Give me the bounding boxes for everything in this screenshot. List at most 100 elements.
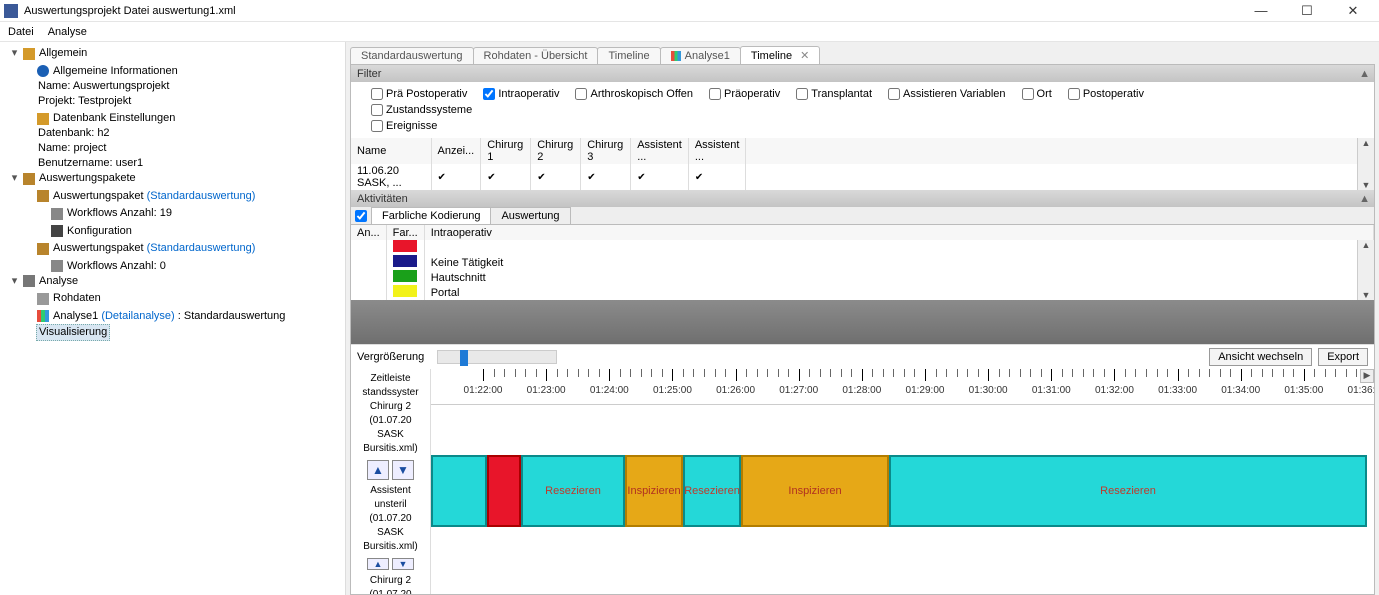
tree-db-user: Benutzername: user1 [38,156,143,171]
col-name[interactable]: Name [351,138,431,164]
cb-pra-post[interactable]: Prä Postoperativ [371,88,467,100]
tree-db-name: Datenbank: h2 [38,126,110,141]
activities-tabs: Farbliche Kodierung Auswertung [351,207,1374,225]
zoom-label: Vergrößerung [357,351,431,363]
timeline-segment[interactable]: Inspizieren [741,455,889,527]
tree-analyse1[interactable]: Analyse1 (Detailanalyse) : Standardauswe… [53,309,285,324]
activities-header[interactable]: Aktivitäten▲ [351,190,1374,207]
timeline-area: Zeitleiste standssyster Chirurg 2 (01.07… [351,369,1374,594]
cb-ereig[interactable]: Ereignisse [371,120,437,132]
info-icon [37,65,49,77]
col-ch3[interactable]: Chirurg 3 [581,138,631,164]
tab-auswertung[interactable]: Auswertung [490,207,570,224]
row-down-button[interactable]: ▼ [392,558,414,570]
package-icon [23,173,35,185]
filter-header[interactable]: Filter▲ [351,65,1374,82]
tree-paket2[interactable]: Auswertungspaket (Standardauswertung) [53,241,255,256]
tab-color[interactable]: Farbliche Kodierung [371,207,491,224]
activity-row[interactable]: Portal [351,285,1374,300]
col-anzei[interactable]: Anzei... [431,138,481,164]
cb-color-coding[interactable] [355,210,367,222]
activity-row[interactable]: Keine Tätigkeit [351,255,1374,270]
scroll-right-button[interactable]: ▶ [1360,369,1374,383]
export-button[interactable]: Export [1318,348,1368,366]
tree-rohdaten[interactable]: Rohdaten [53,291,101,306]
tree-wf19: Workflows Anzahl: 19 [67,206,172,221]
tab-rohdaten[interactable]: Rohdaten - Übersicht [473,47,599,64]
tree-visualisierung[interactable]: Visualisierung [36,324,110,341]
cb-intra[interactable]: Intraoperativ [483,88,559,100]
sidebar-tree[interactable]: ▾Allgemein Allgemeine Informationen Name… [0,42,346,595]
row-up-button[interactable]: ▲ [367,558,389,570]
switch-view-button[interactable]: Ansicht wechseln [1209,348,1312,366]
scrollbar[interactable]: ▲▼ [1357,138,1374,190]
menu-datei[interactable]: Datei [8,26,34,38]
close-icon[interactable]: ✕ [800,49,809,62]
db-icon [37,113,49,125]
activity-row[interactable] [351,240,1374,255]
timeline-segment[interactable]: Resezieren [683,455,741,527]
minimize-button[interactable]: — [1247,3,1275,19]
tree-wf0: Workflows Anzahl: 0 [67,259,166,274]
filter-row[interactable]: 11.06.20 SASK, ... [351,164,1374,190]
package-icon [37,190,49,202]
tree-pakete[interactable]: Auswertungspakete [39,171,136,186]
menu-analyse[interactable]: Analyse [48,26,87,38]
cb-pra[interactable]: Präoperativ [709,88,780,100]
menubar: Datei Analyse [0,22,1379,42]
cb-ort[interactable]: Ort [1022,88,1052,100]
scrollbar[interactable]: ▲▼ [1357,240,1374,300]
tree-konfig[interactable]: Konfiguration [67,224,132,239]
chart-icon [37,310,49,322]
workflow-icon [51,208,63,220]
titlebar: Auswertungsprojekt Datei auswertung1.xml… [0,0,1379,22]
tab-analyse1[interactable]: Analyse1 [660,47,741,64]
editor-tabs: Standardauswertung Rohdaten - Übersicht … [346,42,1379,64]
config-icon [51,225,63,237]
tree-db[interactable]: Datenbank Einstellungen [53,111,175,126]
collapse-icon[interactable]: ▲ [1359,68,1370,80]
collapse-icon[interactable]: ▲ [1359,193,1370,205]
filter-table: Name Anzei... Chirurg 1 Chirurg 2 Chirur… [351,138,1374,190]
tree-analyse[interactable]: Analyse [39,274,78,289]
tree-db-proj: Name: project [38,141,106,156]
tree-allgemein[interactable]: Allgemein [39,46,87,61]
col-ch2[interactable]: Chirurg 2 [531,138,581,164]
raw-icon [37,293,49,305]
timeline-segment[interactable]: Inspizieren [625,455,683,527]
app-icon [4,4,18,18]
timeline-segment[interactable] [487,455,521,527]
tree-projekt: Projekt: Testprojekt [38,94,131,109]
timeline-canvas[interactable]: 01:22:0001:23:0001:24:0001:25:0001:26:00… [431,369,1374,594]
window-buttons: — ☐ ✕ [1247,3,1375,19]
timeline-segment[interactable]: Resezieren [521,455,625,527]
tab-timeline2[interactable]: Timeline✕ [740,46,820,64]
cb-post[interactable]: Postoperativ [1068,88,1144,100]
timeline-segment[interactable] [431,455,487,527]
close-button[interactable]: ✕ [1339,3,1367,19]
activities-table: An... Far... Intraoperativ Keine Tätigke… [351,225,1374,300]
cb-zust[interactable]: Zustandssysteme [371,104,472,116]
cb-arthro[interactable]: Arthroskopisch Offen [575,88,693,100]
timeline-segment[interactable]: Resezieren [889,455,1367,527]
tree-paket1[interactable]: Auswertungspaket (Standardauswertung) [53,189,255,204]
tab-standard[interactable]: Standardauswertung [350,47,474,64]
divider [351,300,1374,344]
col-ch1[interactable]: Chirurg 1 [481,138,531,164]
window-title: Auswertungsprojekt Datei auswertung1.xml [24,5,1247,17]
folder-icon [23,48,35,60]
maximize-button[interactable]: ☐ [1293,3,1321,19]
activity-row[interactable]: Hautschnitt [351,270,1374,285]
workflow-icon [51,260,63,272]
row-down-button[interactable]: ▼ [392,460,414,480]
tree-allg-info[interactable]: Allgemeine Informationen [53,64,178,79]
package-icon [37,243,49,255]
zoom-slider[interactable] [437,350,557,364]
cb-assist[interactable]: Assistieren Variablen [888,88,1006,100]
tab-timeline1[interactable]: Timeline [597,47,660,64]
row-up-button[interactable]: ▲ [367,460,389,480]
col-as2[interactable]: Assistent ... [688,138,746,164]
cb-transpl[interactable]: Transplantat [796,88,872,100]
zoom-controls: Vergrößerung Ansicht wechseln Export [351,344,1374,369]
col-as1[interactable]: Assistent ... [631,138,689,164]
